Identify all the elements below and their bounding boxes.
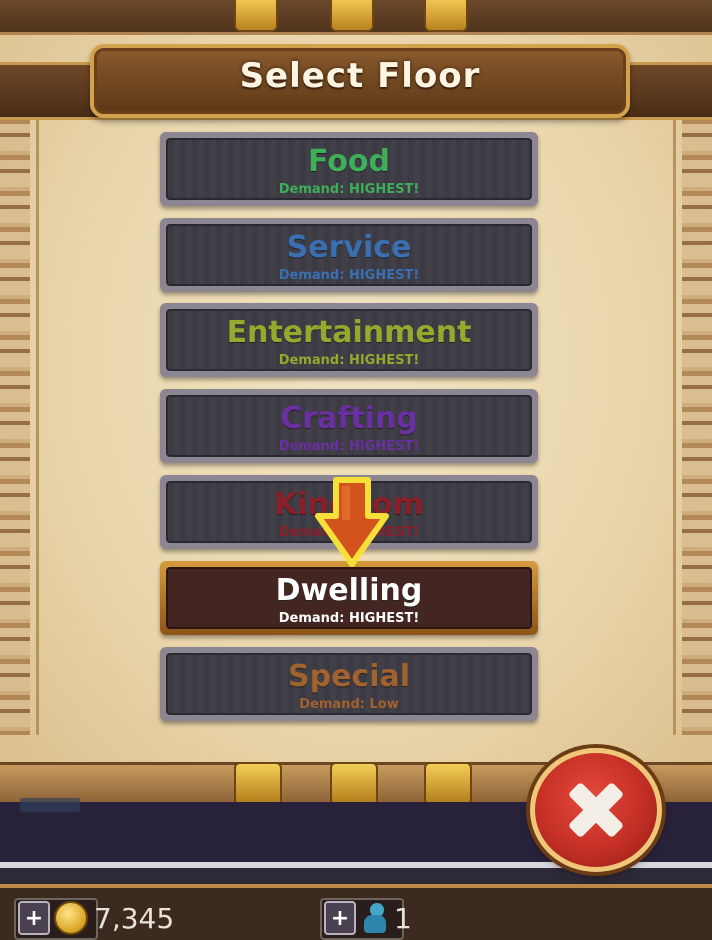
floor-name: Dwelling (275, 573, 423, 608)
floor-button-inner: Service Demand: HIGHEST! (166, 224, 532, 286)
bottom-rail-stud (424, 762, 472, 806)
floor-demand: Demand: Low (299, 697, 399, 712)
bottom-rail-stud (330, 762, 378, 806)
floor-button-food[interactable]: Food Demand: HIGHEST! (160, 132, 538, 206)
top-rail-stud (234, 0, 278, 32)
floor-button-dwelling[interactable]: Dwelling Demand: HIGHEST! (160, 561, 538, 635)
left-ornament-border (0, 115, 30, 735)
right-border-line (673, 115, 676, 735)
bux-icon-body (364, 915, 386, 933)
floor-button-entertainment[interactable]: Entertainment Demand: HIGHEST! (160, 303, 538, 377)
top-rail-stud (330, 0, 374, 32)
floor-button-crafting[interactable]: Crafting Demand: HIGHEST! (160, 389, 538, 463)
floor-name: Special (287, 659, 411, 694)
background-badge (20, 798, 80, 812)
pointer-arrow-icon (315, 477, 389, 567)
floor-demand: Demand: HIGHEST! (278, 353, 420, 368)
floor-demand: Demand: HIGHEST! (278, 611, 420, 626)
bux-value: 1 (394, 901, 412, 935)
coins-counter: + 7,345 (18, 900, 174, 936)
floor-demand: Demand: HIGHEST! (278, 439, 420, 454)
floor-button-service[interactable]: Service Demand: HIGHEST! (160, 218, 538, 292)
coins-value: 7,345 (94, 901, 175, 935)
title-banner: Select Floor (90, 44, 630, 118)
bux-icon (362, 903, 388, 933)
floor-name: Service (286, 230, 412, 265)
floor-name: Food (308, 144, 390, 179)
add-coins-button[interactable]: + (18, 901, 50, 935)
floor-button-inner: Entertainment Demand: HIGHEST! (166, 309, 532, 371)
floor-button-special[interactable]: Special Demand: Low (160, 647, 538, 721)
floor-name: Entertainment (226, 315, 472, 350)
floor-demand: Demand: HIGHEST! (278, 182, 420, 197)
top-rail-stud (424, 0, 468, 32)
coin-icon (54, 901, 88, 935)
floor-button-inner: Crafting Demand: HIGHEST! (166, 395, 532, 457)
bottom-rail-stud (234, 762, 282, 806)
dialog-title: Select Floor (239, 56, 481, 96)
add-bux-button[interactable]: + (324, 901, 356, 935)
bux-counter: + 1 (324, 900, 412, 936)
floor-demand: Demand: HIGHEST! (278, 268, 420, 283)
select-floor-screen: Select Floor Food Demand: HIGHEST! Servi… (0, 0, 712, 940)
floor-button-inner: Dwelling Demand: HIGHEST! (166, 567, 532, 629)
floor-button-inner: Food Demand: HIGHEST! (166, 138, 532, 200)
floor-button-inner: Special Demand: Low (166, 653, 532, 715)
right-ornament-border (682, 115, 712, 735)
left-border-line (36, 115, 39, 735)
floor-name: Crafting (280, 401, 418, 436)
close-button[interactable] (530, 748, 662, 872)
